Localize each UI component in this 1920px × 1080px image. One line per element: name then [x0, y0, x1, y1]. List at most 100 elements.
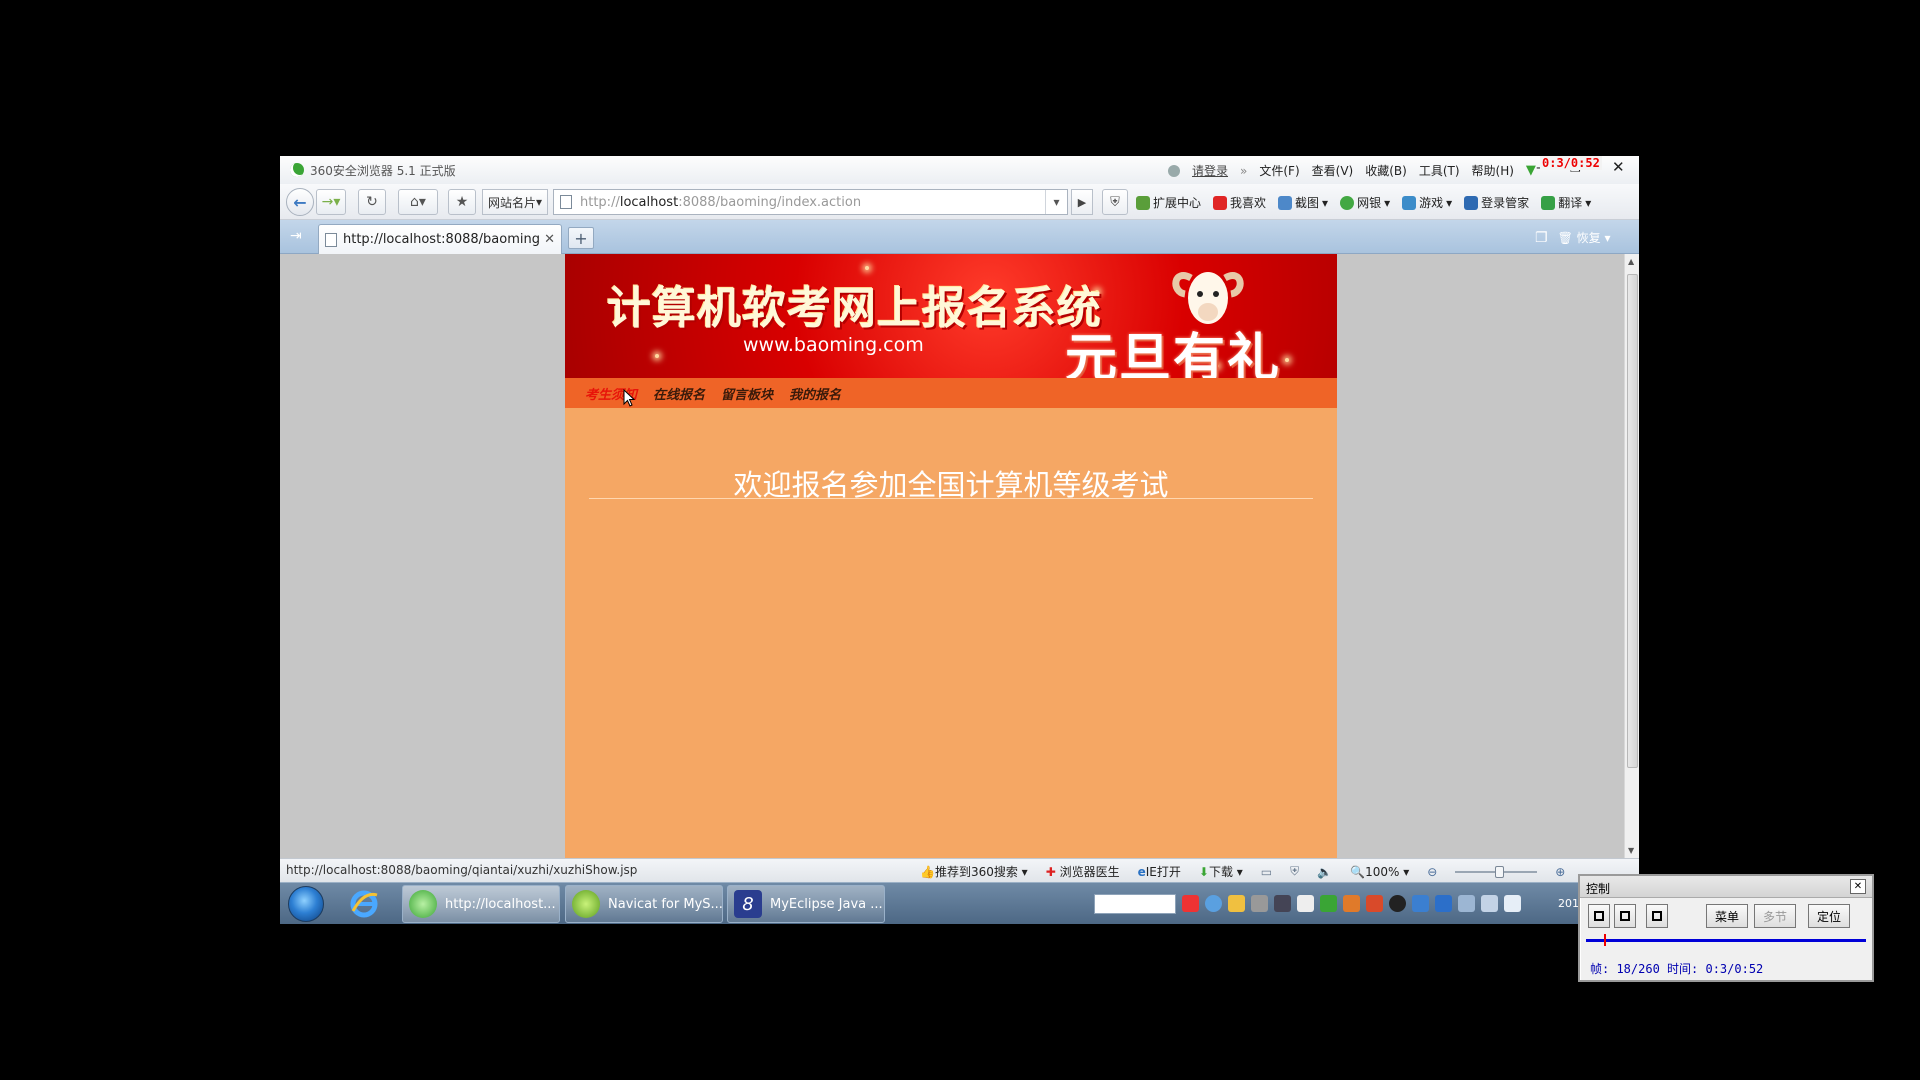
tray-search-input[interactable]	[1094, 894, 1176, 914]
forward-arrow-icon[interactable]: →▾	[316, 189, 346, 215]
page-icon	[325, 232, 337, 247]
home-icon[interactable]: ⌂▾	[398, 189, 438, 215]
title-bar: 360安全浏览器 5.1 正式版 请登录 » 文件(F) 查看(V) 收藏(B)…	[280, 156, 1639, 184]
url-text[interactable]: http://localhost:8088/baoming/index.acti…	[580, 195, 1045, 210]
new-tab-button[interactable]: +	[568, 227, 594, 249]
thumbs-up-icon: 👍	[920, 865, 935, 879]
vertical-scrollbar[interactable]: ▲ ▼	[1624, 254, 1639, 858]
usb-icon[interactable]	[1458, 895, 1475, 912]
scroll-down-icon[interactable]: ▼	[1628, 846, 1634, 855]
shield-tray-icon[interactable]	[1435, 895, 1452, 912]
address-bar[interactable]: http://localhost:8088/baoming/index.acti…	[553, 189, 1068, 215]
progress-marker[interactable]	[1604, 934, 1606, 946]
login-manager-label: 登录管家	[1481, 196, 1530, 210]
scissors-icon	[1278, 195, 1293, 210]
gamepad-icon	[1402, 195, 1417, 210]
step-back-button[interactable]	[1588, 904, 1610, 928]
taskbar-myeclipse[interactable]: 8 MyEclipse Java ...	[727, 885, 885, 923]
chevron-down-icon[interactable]: ▾	[1045, 190, 1067, 214]
screenshot-button[interactable]: 截图 ▾	[1278, 194, 1328, 211]
tray-app-icon[interactable]	[1228, 895, 1245, 912]
zoom-control[interactable]: 🔍100% ▾	[1350, 865, 1409, 879]
window-icon[interactable]: ▭	[1261, 865, 1272, 879]
download-icon: ⬇	[1198, 865, 1209, 879]
refresh-icon[interactable]: ↻	[358, 189, 386, 215]
download-button[interactable]: ⬇下载 ▾	[1199, 863, 1243, 880]
tray-app-icon[interactable]	[1343, 895, 1360, 912]
close-icon[interactable]: ✕	[1850, 879, 1866, 894]
search-tray-icon[interactable]	[1205, 895, 1222, 912]
window-list-icon[interactable]: ❐	[1535, 230, 1548, 246]
taskbar-browser[interactable]: http://localhost...	[402, 885, 560, 923]
sidebar-toggle-icon[interactable]: ⇥	[290, 228, 306, 244]
back-arrow-icon[interactable]: ←	[286, 188, 314, 216]
shield-small-icon[interactable]: ⛨	[1290, 864, 1299, 879]
scroll-thumb[interactable]	[1627, 274, 1638, 768]
zoom-in-icon[interactable]: ⊕	[1555, 865, 1565, 879]
zoom-slider-knob[interactable]	[1495, 865, 1505, 878]
menu-favorites[interactable]: 收藏(B)	[1365, 162, 1407, 179]
tab-label: http://localhost:8088/baoming/i...	[343, 232, 541, 247]
tray-app-icon[interactable]	[1251, 895, 1268, 912]
skin-shirt-icon[interactable]: ▼	[1526, 163, 1536, 178]
go-icon[interactable]: ▶	[1071, 189, 1093, 215]
sound-icon[interactable]: 🔈	[1317, 865, 1332, 879]
tab-baoming[interactable]: http://localhost:8088/baoming/i... ✕	[318, 224, 562, 254]
tray-app-icon[interactable]	[1320, 895, 1337, 912]
shield-icon[interactable]: ⛨	[1102, 189, 1128, 215]
recommend-button[interactable]: 👍推荐到360搜索 ▾	[920, 863, 1028, 880]
start-button[interactable]	[288, 886, 324, 922]
menu-tools[interactable]: 工具(T)	[1419, 162, 1460, 179]
zoom-out-icon[interactable]: ⊖	[1427, 865, 1437, 879]
ie-open-button[interactable]: eIE打开	[1138, 863, 1181, 880]
banking-button[interactable]: 网银 ▾	[1340, 194, 1390, 211]
tray-app-icon[interactable]	[1412, 895, 1429, 912]
ie-taskbar-icon[interactable]	[348, 888, 380, 920]
qq-icon[interactable]	[1389, 895, 1406, 912]
translate-button[interactable]: 翻译 ▾	[1541, 194, 1591, 211]
games-button[interactable]: 游戏 ▾	[1402, 194, 1452, 211]
nav-online-registration[interactable]: 在线报名	[653, 384, 705, 403]
tray-app-icon[interactable]	[1366, 895, 1383, 912]
control-title: 控制	[1586, 882, 1611, 896]
nav-my-registration[interactable]: 我的报名	[789, 384, 841, 403]
trash-icon: 🗑	[1557, 231, 1573, 245]
step-forward-button[interactable]	[1646, 904, 1668, 928]
extensions-button[interactable]: 扩展中心	[1136, 194, 1201, 211]
multi-section-button[interactable]: 多节	[1754, 904, 1796, 928]
translate-label: 翻译	[1558, 196, 1583, 210]
zoom-slider[interactable]	[1455, 865, 1538, 878]
restore-button[interactable]: 🗑 恢复 ▾	[1558, 229, 1611, 246]
login-link[interactable]: 请登录	[1192, 162, 1228, 179]
network-icon[interactable]	[1481, 895, 1498, 912]
close-icon[interactable]: ✕	[1612, 158, 1625, 176]
navigation-bar: ← →▾ ↻ ⌂▾ ★ 网站名片 ▾ http://localhost:8088/…	[280, 184, 1639, 220]
volume-icon[interactable]	[1504, 895, 1521, 912]
games-label: 游戏	[1419, 196, 1444, 210]
doctor-button[interactable]: ✚ 浏览器医生	[1046, 863, 1120, 880]
scroll-up-icon[interactable]: ▲	[1628, 257, 1634, 266]
tray-app-icon[interactable]	[1297, 895, 1314, 912]
system-tray	[1182, 895, 1521, 912]
star-icon[interactable]: ★	[448, 189, 476, 215]
site-cards-button[interactable]: 网站名片 ▾	[482, 189, 548, 215]
sogou-icon[interactable]	[1182, 895, 1199, 912]
clock[interactable]: 201	[1558, 897, 1579, 910]
tab-close-icon[interactable]: ✕	[544, 232, 555, 247]
banner-title: 计算机软考网上报名系统	[607, 283, 1102, 334]
locate-button[interactable]: 定位	[1808, 904, 1850, 928]
restore-label: 恢复	[1576, 231, 1601, 245]
taskbar-navicat[interactable]: Navicat for MyS...	[565, 885, 723, 923]
like-button[interactable]: 我喜欢	[1213, 194, 1266, 211]
menu-button[interactable]: 菜单	[1706, 904, 1748, 928]
menu-view[interactable]: 查看(V)	[1312, 162, 1354, 179]
menu-file[interactable]: 文件(F)	[1259, 162, 1299, 179]
tray-app-icon[interactable]	[1274, 895, 1291, 912]
status-tools: 👍推荐到360搜索 ▾ ✚ 浏览器医生 eIE打开 ⬇下载 ▾ ▭ ⛨ 🔈 🔍1…	[920, 863, 1565, 880]
menu-help[interactable]: 帮助(H)	[1472, 162, 1514, 179]
login-manager-button[interactable]: 登录管家	[1464, 194, 1529, 211]
nav-message-board[interactable]: 留言板块	[721, 384, 773, 403]
progress-track[interactable]	[1586, 939, 1866, 942]
pause-button[interactable]	[1614, 904, 1636, 928]
sparkle	[865, 266, 869, 270]
